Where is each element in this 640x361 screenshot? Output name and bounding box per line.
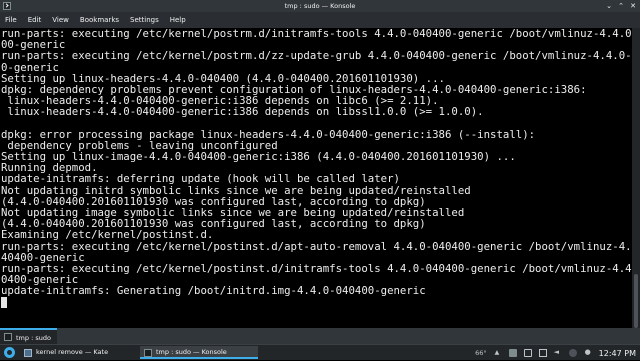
volume-icon[interactable] [554, 348, 562, 357]
menu-edit[interactable]: Edit [28, 12, 42, 28]
window-titlebar[interactable]: tmp : sudo — Konsole ⌄ ⌃ ✕ [0, 0, 640, 12]
terminal-line: run-parts: executing /etc/kernel/postins… [1, 261, 632, 275]
kate-icon [24, 349, 32, 357]
menu-bookmarks[interactable]: Bookmarks [80, 12, 119, 28]
clock[interactable]: 12:47 PM [599, 349, 636, 358]
terminal-line: run-parts: executing /etc/kernel/postrm.… [1, 28, 632, 40]
menu-view[interactable]: View [52, 12, 69, 28]
scrollbar-thumb[interactable] [634, 274, 638, 328]
terminal-line: run-parts: executing /etc/kernel/postins… [1, 239, 632, 253]
task-konsole[interactable]: tmp : sudo — Konsole [140, 346, 258, 359]
notifications-icon[interactable] [584, 348, 592, 357]
menu-settings[interactable]: Settings [130, 12, 159, 28]
menu-bar: File Edit View Bookmarks Settings Help [0, 12, 640, 28]
terminal-line: Examining /etc/kernel/postinst.d. [1, 228, 214, 242]
session-tabs: tmp : sudo [0, 328, 57, 344]
tab-label: tmp : sudo [16, 334, 51, 342]
terminal-line: linux-headers-4.4.0-040400-generic:i386 … [1, 105, 484, 119]
network-icon[interactable] [523, 349, 532, 357]
maximize-button[interactable]: ⌃ [617, 2, 625, 10]
menu-help[interactable]: Help [170, 12, 186, 28]
tray-expand-icon[interactable] [494, 349, 502, 357]
konsole-task-icon [144, 349, 152, 357]
task-kate[interactable]: kernel remove — Kate [20, 346, 138, 359]
task-kate-label: kernel remove — Kate [36, 348, 109, 356]
terminal-prompt-line [1, 296, 632, 308]
text-cursor [1, 296, 7, 308]
application-launcher-icon[interactable] [4, 347, 15, 358]
terminal-scrollbar[interactable] [632, 28, 640, 328]
minimize-button[interactable]: ⌄ [605, 2, 613, 10]
bluetooth-icon[interactable] [568, 349, 577, 357]
terminal-line: run-parts: executing /etc/kernel/postrm.… [1, 49, 632, 63]
window-controls: ⌄ ⌃ ✕ [605, 2, 637, 10]
tab-session[interactable]: tmp : sudo [0, 328, 57, 344]
terminal-line: update-initramfs: deferring update (hook… [1, 172, 400, 186]
terminal-view[interactable]: run-parts: executing /etc/kernel/postrm.… [0, 28, 632, 328]
terminal-output: run-parts: executing /etc/kernel/postrm.… [0, 28, 632, 308]
system-tray: 66° 12:47 PM [475, 345, 636, 361]
calendar-icon[interactable] [538, 349, 547, 357]
terminal-line: update-initramfs: Generating /boot/initr… [1, 284, 426, 298]
taskbar-panel: kernel remove — Kate tmp : sudo — Konsol… [0, 344, 640, 360]
window-title: tmp : sudo — Konsole [284, 2, 356, 10]
close-button[interactable]: ✕ [629, 2, 637, 10]
task-konsole-label: tmp : sudo — Konsole [156, 348, 227, 356]
clipboard-icon[interactable] [508, 349, 517, 357]
menu-file[interactable]: File [5, 12, 17, 28]
tab-strip [0, 328, 640, 344]
temperature-readout: 66° [475, 349, 487, 357]
terminal-icon [4, 333, 12, 341]
